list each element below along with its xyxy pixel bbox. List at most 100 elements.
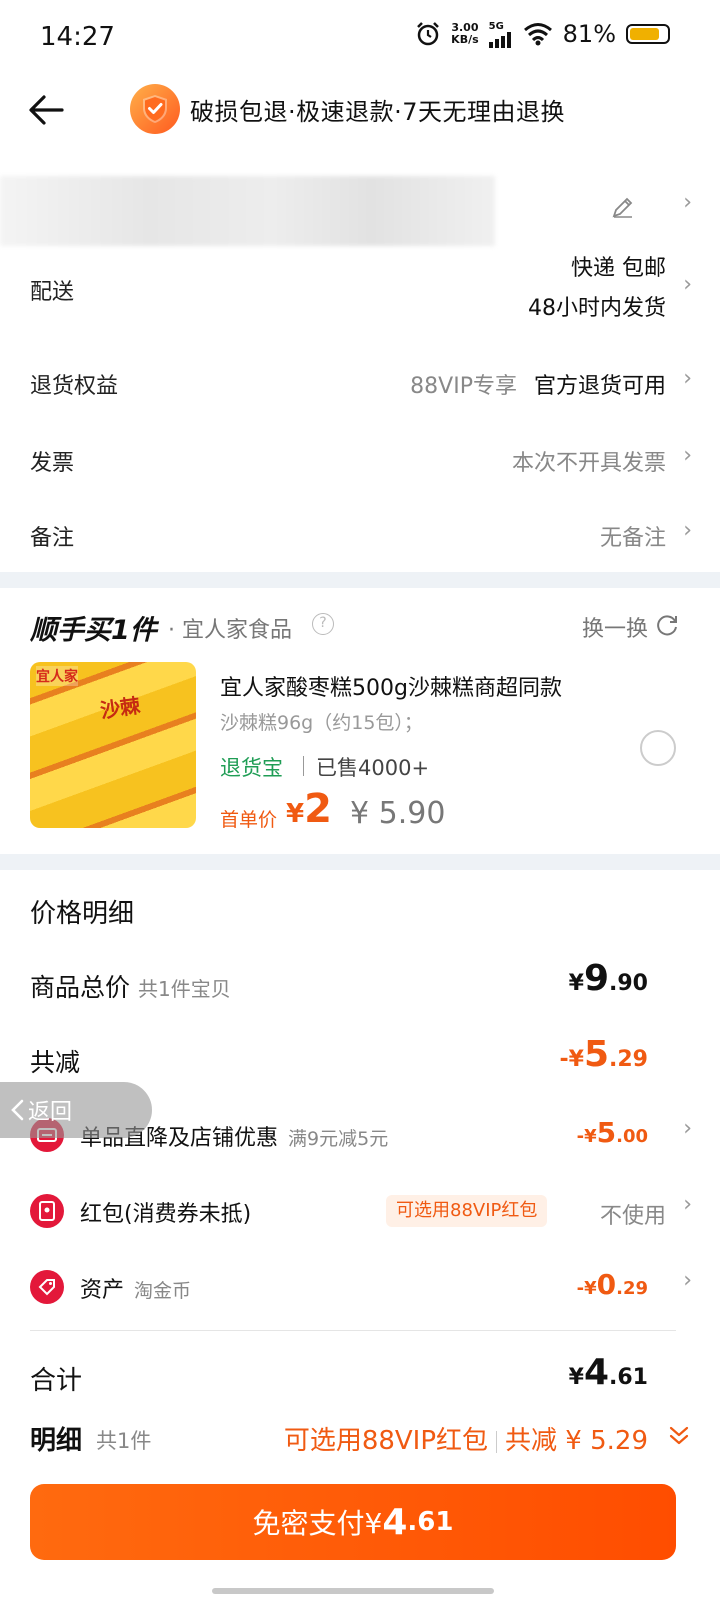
delivery-ship-time: 48小时内发货	[528, 296, 666, 321]
status-icons: 3.00 KB/s 5G 81%	[415, 20, 670, 48]
goods-total-price: ¥9.90	[569, 958, 648, 999]
price-yen: -¥	[559, 1047, 584, 1072]
goods-total-row: 商品总价 共1件宝贝	[30, 968, 231, 1004]
price-dec: .61	[609, 1365, 648, 1390]
total-label: 合计	[30, 1366, 83, 1396]
first-price-label: 首单价	[220, 809, 278, 831]
returns-row[interactable]: 退货权益 88VIP专享 官方退货可用 ›	[0, 366, 720, 406]
home-indicator[interactable]	[212, 1588, 494, 1594]
price-dec: .29	[616, 1278, 648, 1299]
first-price: ¥2	[286, 786, 332, 832]
signal-icon	[488, 31, 511, 48]
price-int: 5	[583, 1034, 610, 1075]
goods-total-label: 商品总价	[30, 973, 131, 1002]
pay-button[interactable]: 免密支付¥ 4.61	[30, 1484, 676, 1560]
price-int: 0	[596, 1268, 617, 1301]
total-discount-label: 共减	[30, 1048, 81, 1077]
price-yen: -¥	[576, 1126, 597, 1147]
return-guarantee-badge: 退货宝	[220, 756, 283, 780]
pay-button-int: 4	[382, 1501, 408, 1543]
chevron-left-icon	[11, 1099, 24, 1121]
back-arrow-icon[interactable]	[26, 90, 66, 130]
edit-icon[interactable]	[610, 194, 636, 220]
header-title: 破损包退·极速退款·7天无理由退换	[190, 98, 566, 126]
invoice-row[interactable]: 发票 本次不开具发票 ›	[0, 443, 720, 483]
wifi-icon	[523, 23, 552, 46]
returns-value-group: 88VIP专享 官方退货可用	[410, 368, 666, 400]
chevron-right-icon: ›	[683, 1192, 692, 1217]
chevron-right-icon: ›	[683, 1116, 692, 1141]
help-icon[interactable]: ?	[312, 613, 334, 635]
section-divider	[0, 572, 720, 588]
assets-row[interactable]: 资产 淘金币 -¥0.29 ›	[0, 1262, 720, 1312]
remark-row[interactable]: 备注 无备注 ›	[0, 518, 720, 558]
status-time: 14:27	[40, 22, 115, 52]
vip-red-packet-tag[interactable]: 可选用88VIP红包	[386, 1195, 548, 1227]
invoice-value: 本次不开具发票	[511, 451, 666, 476]
assets-label: 资产	[80, 1278, 125, 1303]
address-chevron-icon[interactable]: ›	[683, 190, 692, 215]
delivery-method: 快递 包邮	[571, 256, 666, 281]
header: 破损包退·极速退款·7天无理由退换	[0, 76, 720, 146]
net-speed: 3.00 KB/s	[451, 22, 478, 46]
remark-value: 无备注	[599, 526, 666, 551]
total-price: ¥4.61	[569, 1352, 648, 1393]
red-packet-label: 红包(消费券未抵)	[80, 1202, 252, 1227]
original-price: ¥ 5.90	[350, 796, 446, 831]
alarm-icon	[417, 22, 440, 46]
assets-label-group: 资产 淘金币	[80, 1272, 191, 1304]
pay-button-label: 免密支付¥	[252, 1507, 383, 1540]
price-int: 4	[583, 1352, 610, 1393]
detail-separator	[496, 1430, 498, 1453]
price-int: 5	[596, 1116, 617, 1149]
address-blurred[interactable]	[0, 176, 495, 246]
detail-vip: 可选用88VIP红包	[283, 1426, 489, 1456]
returns-label: 退货权益	[30, 374, 119, 399]
detail-summary[interactable]: 可选用88VIP红包 共减 ¥ 5.29	[284, 1420, 648, 1457]
first-price-symbol: ¥	[286, 799, 305, 829]
net-speed-unit: KB/s	[451, 33, 479, 46]
price-int: 9	[583, 958, 610, 999]
battery-percent: 81%	[562, 20, 616, 48]
delivery-row[interactable]: 配送 快递 包邮 48小时内发货 ›	[0, 250, 720, 330]
store-discount-price: -¥5.00	[577, 1116, 648, 1149]
battery-icon	[626, 24, 670, 44]
chevron-right-icon: ›	[683, 1268, 692, 1293]
float-back-button[interactable]: 返回	[0, 1082, 152, 1138]
assets-price: -¥0.29	[577, 1268, 648, 1301]
chevron-right-icon: ›	[683, 366, 692, 391]
assets-note: 淘金币	[134, 1280, 192, 1302]
refresh-icon[interactable]	[654, 612, 680, 638]
delivery-label: 配送	[30, 280, 75, 305]
product-image[interactable]: 宜人家 沙棘	[30, 662, 196, 828]
price-dec: .00	[616, 1126, 648, 1147]
detail-label[interactable]: 明细	[30, 1420, 82, 1457]
goods-total-sub: 共1件宝贝	[138, 977, 231, 1001]
price-yen: ¥	[568, 971, 584, 996]
chevron-double-down-icon[interactable]	[666, 1420, 692, 1450]
float-back-label: 返回	[28, 1100, 73, 1125]
product-sold-count: 已售4000+	[316, 756, 430, 780]
chevron-right-icon: ›	[683, 518, 692, 543]
price-yen: -¥	[576, 1278, 597, 1299]
returns-value: 官方退货可用	[533, 374, 666, 399]
shield-icon	[130, 84, 180, 134]
product-name[interactable]: 宜人家酸枣糕500g沙棘糕商超同款	[220, 670, 562, 702]
addon-shop: · 宜人家食品	[168, 618, 292, 643]
network-type: 5G	[488, 20, 504, 32]
status-bar: 14:27 3.00 KB/s 5G 81%	[0, 0, 720, 76]
badge-separator	[303, 756, 304, 776]
price-detail-title: 价格明细	[30, 899, 135, 929]
signal-group: 5G	[488, 20, 513, 48]
addon-title: 顺手买1件	[30, 615, 157, 646]
product-spec: 沙棘糕96g（约15包）；	[220, 712, 423, 734]
swap-link[interactable]: 换一换	[582, 611, 648, 643]
price-dec: .29	[609, 1047, 648, 1072]
addon-select-radio[interactable]	[640, 730, 676, 766]
returns-vip-note: 88VIP专享	[410, 374, 517, 399]
red-packet-icon	[30, 1194, 64, 1228]
chevron-right-icon: ›	[683, 443, 692, 468]
first-price-value: 2	[304, 786, 332, 832]
pay-button-dec: .61	[407, 1507, 454, 1537]
detail-discount: 共减 ¥ 5.29	[505, 1426, 648, 1456]
